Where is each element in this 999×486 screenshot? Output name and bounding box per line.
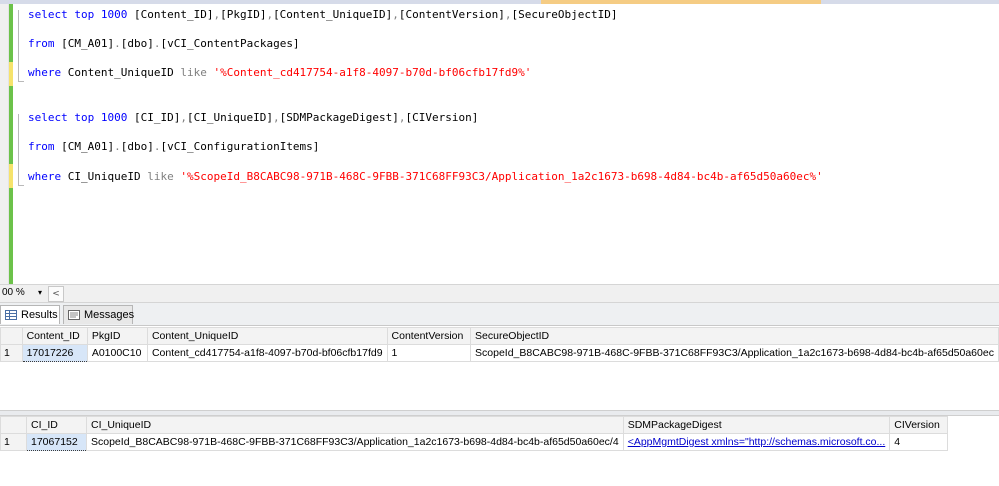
- column-header[interactable]: CI_UniqueID: [86, 416, 624, 434]
- grid-cell[interactable]: A0100C10: [86, 344, 148, 362]
- code-token: where: [28, 170, 68, 183]
- code-token: ,: [392, 8, 399, 21]
- column-header[interactable]: ContentVersion: [386, 327, 472, 345]
- results-pane: Content_ID PkgID Content_UniqueID Conten…: [0, 326, 999, 486]
- code-token: [CM_A01]: [61, 140, 115, 153]
- code-token: ,: [504, 8, 512, 21]
- table-row[interactable]: 1 17017226 A0100C10 Content_cd417754-a1f…: [0, 344, 999, 362]
- code-line-6[interactable]: where CI_UniqueID like '%ScopeId_B8CABC9…: [28, 170, 823, 184]
- code-token: like: [147, 170, 181, 183]
- chevron-down-icon[interactable]: ▾: [38, 288, 42, 297]
- code-token: [CI_UniqueID]: [186, 111, 274, 124]
- results-grid-2[interactable]: CI_ID CI_UniqueID SDMPackageDigest CIVer…: [0, 416, 949, 451]
- outline-bracket: [18, 10, 20, 82]
- code-token: like: [180, 66, 214, 79]
- code-token: [ContentVersion]: [398, 8, 505, 21]
- code-line-2[interactable]: from [CM_A01].[dbo].[vCI_ContentPackages…: [28, 37, 300, 51]
- code-token: [dbo]: [120, 37, 154, 50]
- change-marker-unsaved: [9, 62, 13, 86]
- change-marker-unsaved: [9, 164, 13, 188]
- code-token: from: [28, 140, 62, 153]
- column-header[interactable]: CIVersion: [889, 416, 949, 434]
- results-tab-bar: Results Messages: [0, 303, 999, 326]
- change-marker-saved: [9, 188, 13, 284]
- code-token: [vCI_ContentPackages]: [160, 37, 300, 50]
- column-header[interactable]: SDMPackageDigest: [622, 416, 891, 434]
- change-marker-saved: [9, 4, 13, 62]
- outline-bracket-end: [18, 81, 24, 83]
- code-token: ,: [398, 111, 406, 124]
- row-number-header: [0, 416, 27, 434]
- row-number-header: [0, 327, 23, 345]
- code-token: Content_UniqueID: [67, 66, 181, 79]
- grid-header-row: Content_ID PkgID Content_UniqueID Conten…: [0, 327, 999, 345]
- code-token: [SDMPackageDigest]: [279, 111, 399, 124]
- code-token: [dbo]: [120, 140, 154, 153]
- column-header[interactable]: CI_ID: [26, 416, 87, 434]
- change-marker-saved: [9, 86, 13, 164]
- xml-link[interactable]: <AppMgmtDigest xmlns="http://schemas.mic…: [628, 436, 886, 448]
- column-header[interactable]: Content_ID: [21, 327, 88, 345]
- outline-bracket-end: [18, 185, 24, 187]
- row-number[interactable]: 1: [0, 433, 27, 451]
- code-token: '%ScopeId_B8CABC98-971B-468C-9FBB-371C68…: [180, 170, 823, 183]
- editor-gutter: [0, 4, 9, 284]
- code-token: ,: [273, 111, 280, 124]
- grid-cell-link[interactable]: <AppMgmtDigest xmlns="http://schemas.mic…: [622, 433, 891, 451]
- code-token: CI_UniqueID: [67, 170, 148, 183]
- code-token: where: [28, 66, 68, 79]
- code-line-4[interactable]: select top 1000 [CI_ID],[CI_UniqueID],[S…: [28, 111, 478, 125]
- code-token: '%Content_cd417754-a1f8-4097-b70d-bf06cf…: [213, 66, 532, 79]
- grid-cell[interactable]: Content_cd417754-a1f8-4097-b70d-bf06cfb1…: [146, 344, 388, 362]
- code-token: [Content_ID]: [133, 8, 214, 21]
- code-token: [CIVersion]: [405, 111, 479, 124]
- grid-cell[interactable]: 17067152: [26, 433, 87, 451]
- code-token: [Content_UniqueID]: [273, 8, 393, 21]
- grid-cell[interactable]: ScopeId_B8CABC98-971B-468C-9FBB-371C68FF…: [86, 433, 624, 451]
- code-line-5[interactable]: from [CM_A01].[dbo].[vCI_ConfigurationIt…: [28, 140, 319, 154]
- table-row[interactable]: 1 17067152 ScopeId_B8CABC98-971B-468C-9F…: [0, 433, 949, 451]
- message-icon: [68, 310, 80, 320]
- code-token: [SecureObjectID]: [511, 8, 618, 21]
- code-token: select top 1000: [28, 111, 134, 124]
- tab-messages[interactable]: Messages: [63, 305, 135, 324]
- column-header[interactable]: Content_UniqueID: [146, 327, 388, 345]
- code-token: select top 1000: [28, 8, 134, 21]
- column-header[interactable]: PkgID: [86, 327, 148, 345]
- zoom-bar: 00 % ▾ <: [0, 284, 999, 303]
- chevron-left-icon[interactable]: <: [48, 286, 64, 302]
- grid-cell[interactable]: 17017226: [21, 344, 88, 362]
- code-token: .: [114, 37, 121, 50]
- code-token: ,: [180, 111, 187, 124]
- grid-icon: [5, 310, 17, 320]
- grid-header-row: CI_ID CI_UniqueID SDMPackageDigest CIVer…: [0, 416, 949, 434]
- results-grid-1[interactable]: Content_ID PkgID Content_UniqueID Conten…: [0, 327, 999, 362]
- query-editor[interactable]: select top 1000 [Content_ID],[PkgID],[Co…: [0, 4, 999, 284]
- tab-messages-label: Messages: [84, 309, 135, 321]
- code-token: [vCI_ConfigurationItems]: [160, 140, 320, 153]
- grid-cell[interactable]: 1: [386, 344, 472, 362]
- code-token: from: [28, 37, 62, 50]
- code-token: .: [114, 140, 121, 153]
- code-token: [PkgID]: [220, 8, 267, 21]
- outline-bracket: [18, 114, 20, 186]
- code-line-3[interactable]: where Content_UniqueID like '%Content_cd…: [28, 66, 531, 80]
- zoom-level[interactable]: 00 %: [2, 287, 25, 298]
- code-token: [CM_A01]: [61, 37, 115, 50]
- code-line-1[interactable]: select top 1000 [Content_ID],[PkgID],[Co…: [28, 8, 617, 22]
- grid-cell[interactable]: 4: [889, 433, 949, 451]
- row-number[interactable]: 1: [0, 344, 23, 362]
- code-token: [CI_ID]: [133, 111, 181, 124]
- tab-results-label: Results: [21, 309, 58, 321]
- column-header[interactable]: SecureObjectID: [470, 327, 999, 345]
- grid-cell[interactable]: ScopeId_B8CABC98-971B-468C-9FBB-371C68FF…: [470, 344, 999, 362]
- tab-results[interactable]: Results: [0, 305, 60, 324]
